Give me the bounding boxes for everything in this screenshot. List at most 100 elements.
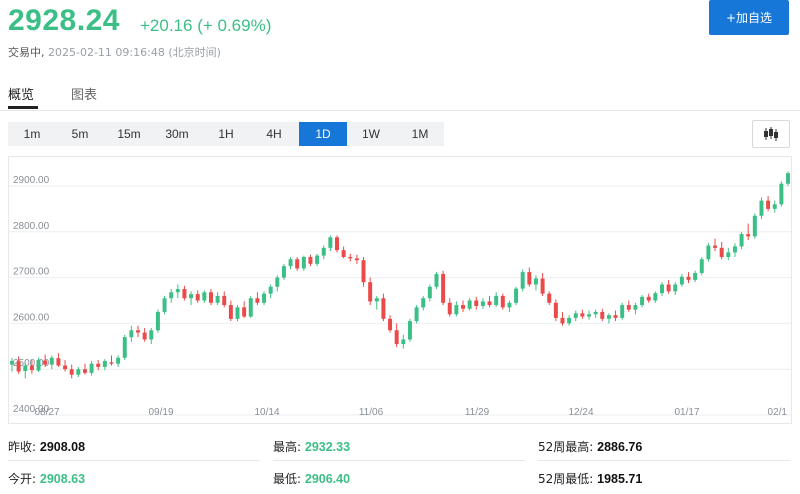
candle-body (527, 272, 532, 285)
period-4h[interactable]: 4H (250, 122, 298, 146)
candle-body (766, 200, 771, 209)
y-tick-label: 2800.00 (13, 221, 50, 232)
candle (394, 323, 399, 348)
candle-body (659, 284, 664, 294)
candle (580, 309, 585, 319)
chart-type-button[interactable] (752, 120, 790, 148)
candle-body (494, 295, 499, 306)
candle-body (10, 360, 14, 365)
period-15m[interactable]: 15m (105, 122, 153, 146)
candle-body (427, 286, 432, 299)
candle (540, 273, 545, 296)
candle-body (208, 292, 213, 303)
candle (520, 269, 525, 292)
candle (155, 309, 160, 333)
candle-body (222, 295, 227, 306)
stat-value: 2886.76 (597, 440, 643, 454)
tab-overview[interactable]: 概览 (8, 84, 34, 103)
status-label: 交易中, (8, 46, 45, 59)
candle (401, 334, 406, 349)
candle (341, 246, 346, 259)
candle-body (122, 337, 127, 358)
candle (673, 282, 678, 296)
candle (169, 289, 174, 303)
candle-body (606, 315, 611, 319)
x-tick-label: 02/1 (768, 407, 788, 418)
candle-body (666, 284, 671, 292)
candle-body (732, 246, 737, 253)
candle (686, 272, 691, 284)
candle (666, 279, 671, 294)
candle (653, 291, 658, 303)
candle-body (388, 318, 393, 331)
candle-body (547, 293, 552, 303)
period-1h[interactable]: 1H (202, 122, 250, 146)
candle (567, 315, 572, 326)
stat-value: 2908.08 (39, 440, 86, 454)
candle (235, 305, 240, 322)
stat-label: 最低: (273, 472, 302, 486)
period-5m[interactable]: 5m (56, 122, 104, 146)
x-tick-label: 11/06 (359, 407, 384, 418)
candle-body (394, 330, 399, 345)
candle-body (626, 305, 631, 310)
candle (752, 213, 757, 239)
candle (361, 256, 366, 287)
candle-body (89, 363, 94, 373)
candle (421, 295, 426, 311)
candle (275, 275, 280, 292)
candle (461, 300, 465, 312)
candle-body (49, 357, 54, 365)
candle (348, 253, 353, 262)
candle-body (262, 293, 267, 303)
period-1mo[interactable]: 1M (396, 122, 444, 146)
candle (474, 296, 479, 310)
candle-body (653, 293, 658, 301)
period-1d[interactable]: 1D (299, 122, 347, 146)
candle-body (786, 173, 790, 184)
period-30m[interactable]: 30m (153, 122, 201, 146)
candle (786, 171, 790, 186)
candle-body (169, 292, 174, 299)
candle (89, 360, 94, 376)
candle-body (155, 311, 160, 331)
tab-chart[interactable]: 图表 (71, 84, 97, 103)
candle-body (175, 289, 180, 293)
candle (281, 263, 286, 280)
candle-body (739, 234, 744, 247)
x-tick-label: 11/29 (465, 407, 490, 418)
candle-body (640, 296, 645, 306)
candle-body (613, 315, 618, 318)
candle (646, 293, 651, 303)
candle-body (341, 250, 346, 257)
stat-52w-low: 52周最低: 1985.71 (538, 470, 642, 487)
candle (374, 295, 379, 310)
add-to-watchlist-button[interactable]: +加自选 (709, 0, 789, 35)
period-1w[interactable]: 1W (347, 122, 395, 146)
candle (726, 247, 731, 261)
candle (706, 243, 711, 262)
candle (613, 310, 618, 322)
y-tick-label: 2600.00 (13, 312, 50, 323)
trading-status: 交易中, 2025-02-11 09:16:48 (北京时间) (8, 44, 221, 60)
candle-body (533, 278, 538, 285)
candle (487, 295, 492, 308)
x-tick-label: 10/14 (254, 407, 279, 418)
candle-body (96, 363, 101, 367)
candle (109, 355, 114, 366)
candle-body (242, 307, 247, 317)
candle-body (43, 360, 48, 365)
candle (129, 325, 134, 342)
candle-body (202, 292, 207, 301)
candle-body (129, 330, 134, 338)
candle-body (620, 305, 625, 318)
candle (56, 353, 61, 367)
candle-body (275, 277, 280, 287)
candle-body (182, 289, 187, 299)
period-1m[interactable]: 1m (8, 122, 56, 146)
candle-body (109, 362, 114, 364)
stat-value: 2932.33 (304, 440, 351, 454)
candle (182, 285, 187, 301)
candle (527, 267, 532, 287)
candle-body (507, 302, 512, 308)
